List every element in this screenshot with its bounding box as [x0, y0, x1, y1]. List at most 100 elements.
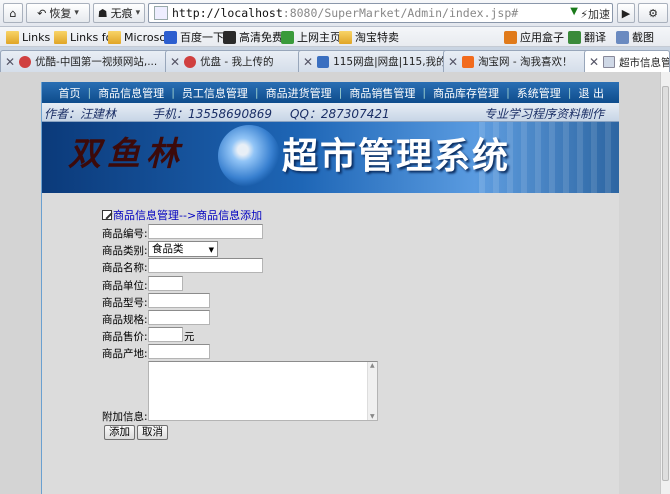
scrollbar-thumb[interactable]	[662, 86, 669, 481]
accelerate-button[interactable]: ⚡加速	[580, 6, 610, 22]
page-scrollbar[interactable]	[660, 72, 670, 494]
url-host: http://localhost	[172, 6, 283, 20]
close-icon[interactable]: ✕	[303, 55, 313, 69]
textarea-scrollbar[interactable]	[367, 362, 377, 420]
extra-info-textarea[interactable]	[148, 361, 378, 421]
menu-button[interactable]: ⚙	[638, 3, 668, 23]
bookmark-microsoft[interactable]: Microso	[108, 29, 166, 45]
folder-icon	[339, 30, 352, 44]
label-name: 商品名称:	[102, 262, 148, 274]
tab-youpan[interactable]: ✕ 优盘 - 我上传的	[165, 50, 315, 72]
folder-icon	[54, 30, 67, 44]
label-model: 商品型号:	[102, 297, 148, 309]
bookmark-taobao[interactable]: 淘宝特卖	[339, 29, 399, 45]
back-icon: ↶	[37, 6, 47, 20]
m-logo-icon	[223, 30, 236, 44]
youku-icon	[19, 55, 32, 68]
product-add-form: 商品信息管理-->商品信息添加 商品编号: 商品类别: 食品类 商品名称: 商品…	[42, 193, 619, 494]
home-icon: ⌂	[9, 6, 17, 20]
apps-icon	[504, 30, 517, 44]
page-icon	[603, 56, 616, 68]
page-favicon	[154, 6, 168, 20]
close-icon[interactable]: ✕	[589, 55, 599, 69]
folder-icon	[6, 30, 19, 44]
bookmark-hd[interactable]: 高清免费	[223, 29, 283, 45]
slogan-text: 专业学习程序资料制作	[484, 107, 605, 121]
translate-button[interactable]: 翻译	[568, 29, 606, 45]
label-category: 商品类别:	[102, 245, 148, 257]
incognito-icon: ☗	[97, 6, 108, 20]
nav-system[interactable]: 系统管理	[510, 85, 568, 101]
add-button[interactable]: 添加	[104, 425, 135, 440]
tab-115[interactable]: ✕ 115网盘|网盘|115,我的...	[298, 50, 453, 72]
nav-home[interactable]: 首页	[51, 85, 87, 101]
nav-staff-info[interactable]: 员工信息管理	[175, 85, 255, 101]
close-icon[interactable]: ✕	[448, 55, 458, 69]
product-code-input[interactable]	[148, 224, 263, 239]
dropdown-icon[interactable]: ▼	[570, 6, 578, 17]
bookmark-baidu[interactable]: 百度一下	[164, 29, 224, 45]
tab-strip: ✕ 优酷-中国第一视频网站,... ✕ 优盘 - 我上传的 ✕ 115网盘|网盘|11…	[0, 47, 670, 73]
category-select[interactable]: 食品类	[148, 241, 218, 257]
label-code: 商品编号:	[102, 228, 148, 240]
nav-sales[interactable]: 商品销售管理	[342, 85, 422, 101]
forward-button[interactable]: ▶	[617, 3, 635, 23]
label-extra: 附加信息:	[102, 411, 148, 423]
home-button[interactable]: ⌂	[3, 3, 23, 23]
cancel-button[interactable]: 取消	[137, 425, 168, 440]
system-title: 超市管理系统	[282, 136, 511, 177]
tab-supermarket[interactable]: ✕超市信息管理	[584, 50, 670, 73]
nav-purchase[interactable]: 商品进货管理	[259, 85, 339, 101]
back-button[interactable]: ↶ 恢复	[26, 3, 90, 23]
swirl-logo-icon	[218, 125, 280, 187]
product-origin-input[interactable]	[148, 344, 210, 359]
site-banner: 作者：汪建林 手机：13558690869 QQ：287307421 专业学习程…	[42, 103, 619, 193]
private-mode-button[interactable]: ☗ 无痕	[93, 3, 145, 23]
disk-icon	[317, 55, 330, 68]
house-icon	[281, 30, 294, 44]
scissors-icon	[616, 30, 629, 44]
close-icon[interactable]: ✕	[5, 55, 15, 69]
product-price-input[interactable]	[148, 327, 183, 342]
phone-text: 手机：13558690869	[152, 107, 272, 121]
nav-product-info[interactable]: 商品信息管理	[91, 85, 171, 101]
app-box-button[interactable]: 应用盒子	[504, 29, 564, 45]
baidu-icon	[164, 30, 177, 44]
author-bar: 作者：汪建林 手机：13558690869 QQ：287307421 专业学习程…	[42, 103, 619, 122]
product-name-input[interactable]	[148, 258, 263, 273]
tab-youku[interactable]: ✕ 优酷-中国第一视频网站,...	[0, 50, 176, 72]
author-text: 作者：汪建林	[44, 107, 117, 121]
close-icon[interactable]: ✕	[170, 55, 180, 69]
product-unit-input[interactable]	[148, 276, 183, 291]
bookmarks-bar: Links Links fo Microso 百度一下 高清免费 上网主页 淘宝…	[0, 27, 670, 47]
bookmark-links-for[interactable]: Links fo	[54, 29, 112, 45]
label-origin: 商品产地:	[102, 348, 148, 360]
label-price: 商品售价:	[102, 331, 148, 343]
translate-icon	[568, 30, 581, 44]
folder-icon	[108, 30, 121, 44]
nav-stock[interactable]: 商品库存管理	[426, 85, 506, 101]
screenshot-button[interactable]: 截图	[616, 29, 654, 45]
page-viewport: 首页 | 商品信息管理 | 员工信息管理 | 商品进货管理 | 商品销售管理 | 商品库存…	[0, 72, 660, 494]
label-unit: 商品单位:	[102, 280, 148, 292]
product-model-input[interactable]	[148, 293, 210, 308]
lightning-icon: ⚡	[580, 8, 588, 21]
product-spec-input[interactable]	[148, 310, 210, 325]
qq-text: QQ：287307421	[290, 107, 390, 121]
label-spec: 商品规格:	[102, 314, 148, 326]
breadcrumb-link[interactable]: 商品信息管理-->商品信息添加	[113, 207, 262, 223]
tab-taobao[interactable]: ✕ 淘宝网 - 淘我喜欢！	[443, 50, 593, 72]
site-container: 首页 | 商品信息管理 | 员工信息管理 | 商品进货管理 | 商品销售管理 | 商品库存…	[41, 82, 619, 494]
bookmark-homepage[interactable]: 上网主页	[281, 29, 341, 45]
breadcrumb: 商品信息管理-->商品信息添加	[102, 207, 262, 223]
browser-toolbar: ⌂ ↶恢复 ☗无痕 http://localhost:8080/SuperMar…	[0, 0, 670, 27]
price-unit: 元	[184, 331, 195, 343]
taobao-icon	[462, 55, 475, 68]
play-icon: ▶	[621, 6, 631, 20]
bookmark-links[interactable]: Links	[6, 29, 50, 45]
url-path: :8080/SuperMarket/Admin/index.jsp#	[282, 6, 519, 20]
address-bar[interactable]: http://localhost:8080/SuperMarket/Admin/…	[148, 3, 613, 23]
brand-logo-text: 双鱼林	[68, 134, 185, 173]
nav-logout[interactable]: 退 出	[572, 85, 612, 101]
gear-icon: ⚙	[648, 6, 658, 20]
